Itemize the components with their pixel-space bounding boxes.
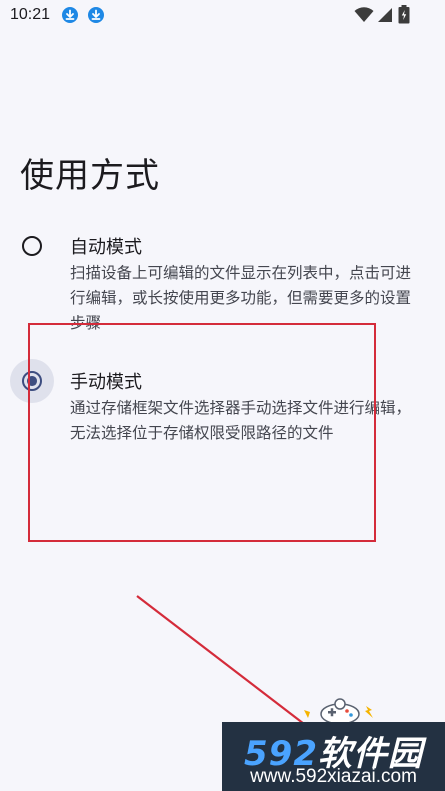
annotation-arrow xyxy=(136,595,361,769)
watermark-logo: 592软件园 www.592xiazai.com xyxy=(222,722,445,791)
watermark-url: www.592xiazai.com xyxy=(250,766,417,787)
